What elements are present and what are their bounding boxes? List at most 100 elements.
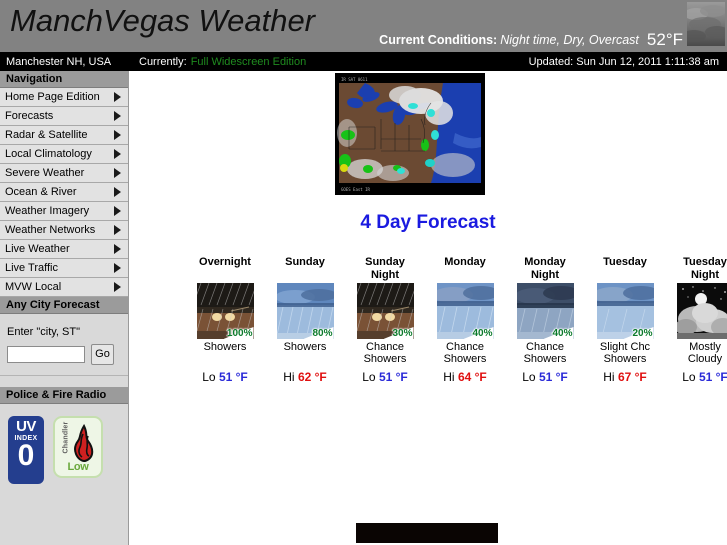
temp-value: 67 °F — [617, 370, 647, 384]
chevron-right-icon — [114, 263, 121, 273]
sidebar-item-local-climatology[interactable]: Local Climatology — [0, 145, 128, 164]
forecast-description: Mostly Cloudy — [687, 341, 723, 365]
forecast-temperature: Lo 51 °F — [515, 370, 575, 384]
forecast-column[interactable]: Monday 40% Chance Showers Hi 64 °F — [435, 256, 495, 384]
main-content: IR SAT 0611 GOES East IR 4 Day Forecast … — [129, 71, 727, 545]
forecast-description: Slight Chc Showers — [599, 341, 651, 365]
chevron-right-icon — [114, 225, 121, 235]
temp-label: Lo — [522, 370, 536, 384]
temp-value: 51 °F — [538, 370, 568, 384]
current-temperature: 52°F — [646, 30, 683, 49]
forecast-column[interactable]: Overnight 100% Showers Lo 51 °F — [195, 256, 255, 384]
temp-value: 51 °F — [698, 370, 727, 384]
sidebar-item-label: Radar & Satellite — [5, 129, 88, 141]
temp-label: Hi — [283, 370, 295, 384]
precip-probability: 30% — [392, 328, 413, 339]
city-input-label: Enter "city, ST" — [7, 326, 81, 338]
uv-badge-value: 0 — [17, 439, 35, 472]
current-conditions: Current Conditions: Night time, Dry, Over… — [379, 31, 683, 48]
sidebar-item-label: Weather Networks — [5, 224, 96, 236]
page-title: ManchVegas Weather — [10, 3, 316, 38]
forecast-column[interactable]: Sunday Night 30% Chance Showers Lo 51 °F — [355, 256, 415, 384]
day-slight-chance-showers-icon: 20% — [596, 283, 654, 339]
sidebar-item-live-weather[interactable]: Live Weather — [0, 240, 128, 259]
chevron-right-icon — [114, 244, 121, 254]
night-chance-showers-icon: 40% — [516, 283, 574, 339]
forecast-temperature: Hi 67 °F — [595, 370, 655, 384]
forecast-day-label: Tuesday Night — [683, 256, 727, 281]
precip-probability: 100% — [226, 328, 253, 339]
status-bar: Manchester NH, USA Currently: Full Widesc… — [0, 52, 727, 71]
forecast-temperature: Lo 51 °F — [195, 370, 255, 384]
currently-label: Currently: — [139, 56, 187, 68]
radar-satellite-map-icon[interactable]: IR SAT 0611 GOES East IR — [335, 73, 485, 195]
sidebar-item-live-traffic[interactable]: Live Traffic — [0, 259, 128, 278]
sidebar-item-home-page-edition[interactable]: Home Page Edition — [0, 88, 128, 107]
any-city-forecast-heading: Any City Forecast — [0, 297, 128, 314]
edition-link[interactable]: Full Widescreen Edition — [191, 56, 307, 68]
temp-value: 51 °F — [378, 370, 408, 384]
current-conditions-label: Current Conditions: — [379, 33, 498, 47]
night-mostly-cloudy-icon — [676, 283, 727, 339]
uv-index-badge: UV INDEX 0 — [8, 416, 44, 484]
forecast-column[interactable]: Tuesday 20% Slight Chc Showers Hi 67 °F — [595, 256, 655, 384]
forecast-description: Showers — [283, 341, 327, 353]
forecast-column[interactable]: Tuesday Night Mostly Cloudy Lo 51 °F — [675, 256, 727, 384]
sidebar-badges: UV INDEX 0 Chandler Low — [0, 404, 128, 502]
forecast-temperature: Lo 51 °F — [355, 370, 415, 384]
navigation-heading: Navigation — [0, 71, 128, 88]
forecast-column[interactable]: Sunday 80% Showers Hi 62 °F — [275, 256, 335, 384]
any-city-forecast-form: Enter "city, ST" Go — [0, 314, 128, 376]
go-button[interactable]: Go — [91, 344, 114, 365]
location-label: Manchester NH, USA — [6, 56, 112, 68]
sidebar-item-forecasts[interactable]: Forecasts — [0, 107, 128, 126]
police-fire-radio-heading[interactable]: Police & Fire Radio — [0, 387, 128, 404]
temp-label: Hi — [443, 370, 455, 384]
sidebar-item-weather-imagery[interactable]: Weather Imagery — [0, 202, 128, 221]
sidebar-item-mvw-local[interactable]: MVW Local — [0, 278, 128, 297]
day-chance-showers-icon: 40% — [436, 283, 494, 339]
sidebar-item-label: Ocean & River — [5, 186, 77, 198]
sidebar-item-weather-networks[interactable]: Weather Networks — [0, 221, 128, 240]
forecast-heading: 4 Day Forecast — [360, 212, 496, 233]
chevron-right-icon — [114, 282, 121, 292]
precip-probability: 20% — [632, 328, 653, 339]
forecast-day-label: Monday Night — [524, 256, 566, 281]
temp-value: 64 °F — [457, 370, 487, 384]
fire-danger-badge: Chandler Low — [53, 416, 103, 478]
edition-status: Currently: Full Widescreen Edition — [139, 56, 306, 68]
sidebar-item-label: Local Climatology — [5, 148, 92, 160]
city-search-input[interactable] — [7, 346, 85, 363]
precip-probability: 80% — [312, 328, 333, 339]
sidebar-item-label: Forecasts — [5, 110, 54, 122]
temp-value: 51 °F — [218, 370, 248, 384]
temp-label: Hi — [603, 370, 615, 384]
forecast-description: Chance Showers — [523, 341, 567, 365]
forecast-day-label: Tuesday — [603, 256, 647, 268]
svg-text:GOES East IR: GOES East IR — [341, 187, 370, 192]
chevron-right-icon — [114, 92, 121, 102]
forecast-day-label: Overnight — [199, 256, 251, 268]
forecast-temperature: Hi 62 °F — [275, 370, 335, 384]
fire-danger-level: Low — [67, 461, 89, 473]
sidebar-item-label: Live Weather — [5, 243, 70, 255]
sidebar-item-ocean-river[interactable]: Ocean & River — [0, 183, 128, 202]
chevron-right-icon — [114, 168, 121, 178]
precip-probability: 40% — [552, 328, 573, 339]
sidebar-item-radar-satellite[interactable]: Radar & Satellite — [0, 126, 128, 145]
forecast-strip: Overnight 100% Showers Lo 51 °F Sunday 8… — [195, 256, 727, 384]
precip-probability: 40% — [472, 328, 493, 339]
temp-label: Lo — [362, 370, 376, 384]
sidebar-item-severe-weather[interactable]: Severe Weather — [0, 164, 128, 183]
svg-text:IR SAT 0611: IR SAT 0611 — [341, 77, 368, 82]
sidebar-item-label: MVW Local — [5, 281, 62, 293]
day-showers-icon: 80% — [276, 283, 334, 339]
temp-label: Lo — [682, 370, 696, 384]
forecast-description: Chance Showers — [443, 341, 487, 365]
bottom-banner-image — [356, 523, 498, 543]
current-conditions-text: Night time, Dry, Overcast — [500, 33, 639, 47]
forecast-column[interactable]: Monday Night 40% Chance Showers Lo 51 °F — [515, 256, 575, 384]
overcast-sky-photo-icon — [687, 2, 725, 46]
forecast-day-label: Monday — [444, 256, 486, 268]
forecast-day-label: Sunday — [285, 256, 325, 268]
